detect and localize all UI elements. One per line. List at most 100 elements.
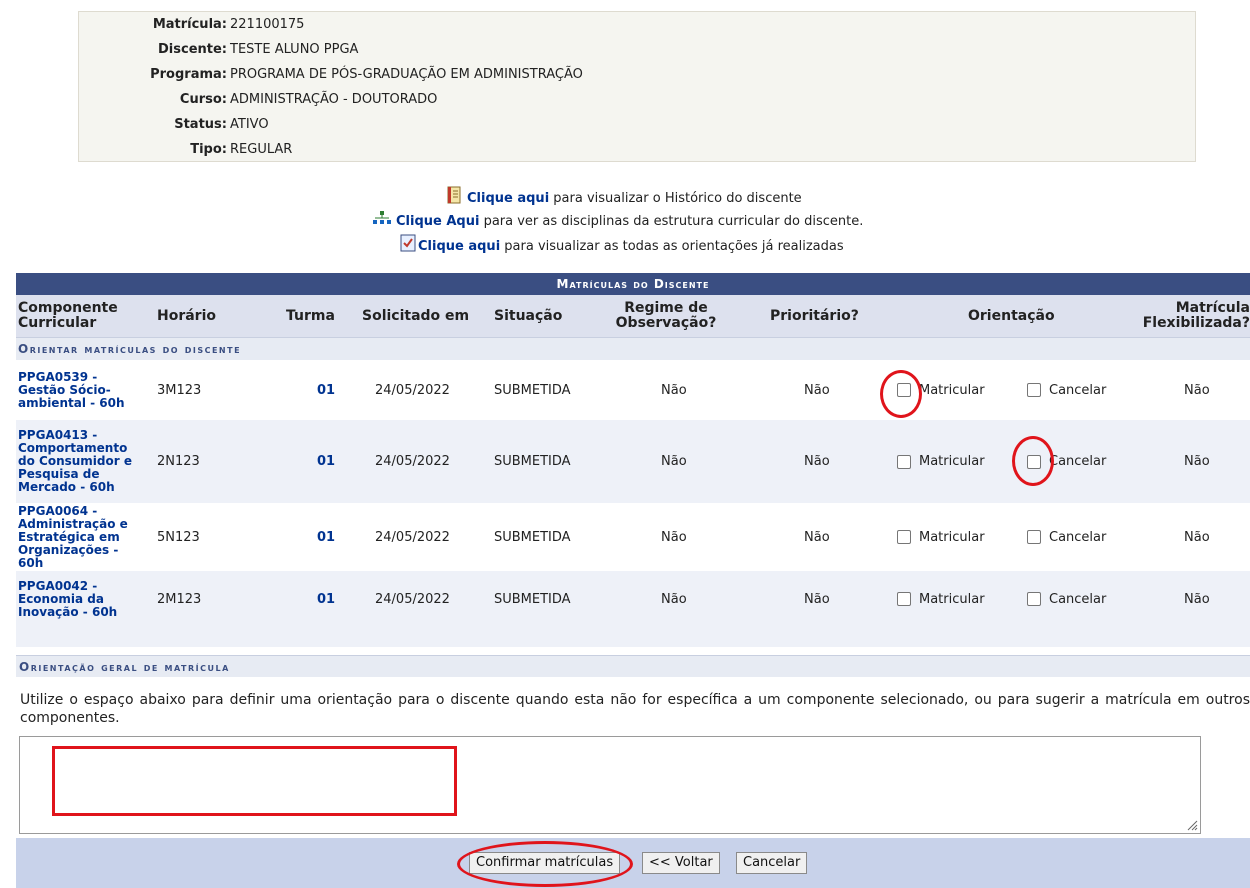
curriculum-tree-icon[interactable] [372,210,392,233]
history-document-icon[interactable] [445,186,463,211]
info-row-curso: Curso: ADMINISTRAÇÃO - DOUTORADO [79,90,437,110]
curso-value: ADMINISTRAÇÃO - DOUTORADO [230,92,438,107]
cancelar-label: Cancelar [1049,591,1107,607]
prioritario-cell: Não [804,382,830,398]
cancel-button[interactable]: Cancelar [736,852,808,874]
regime-cell: Não [661,454,687,469]
table-caption: Matrículas do Discente [16,273,1250,295]
general-orientation-instructions: Utilize o espaço abaixo para definir uma… [20,692,1250,726]
status-label: Status: [174,117,227,132]
info-row-discente: Discente: TESTE ALUNO PPGA [79,40,358,60]
history-link-text: para visualizar o Histórico do discente [553,191,802,206]
situacao-cell: SUBMETIDA [494,591,571,607]
back-button[interactable]: << Voltar [642,852,720,874]
cancelar-checkbox[interactable] [1027,530,1041,544]
cancelar-label: Cancelar [1049,454,1107,469]
turma-link[interactable]: 01 [317,571,335,627]
component-link[interactable]: PPGA0413 - Comportamento do Consumidor e… [18,420,146,503]
form-button-bar: Confirmar matrículas << Voltar Cancelar [16,838,1250,888]
turma-link[interactable]: 01 [317,503,335,571]
discente-label: Discente: [158,42,227,57]
component-link[interactable]: PPGA0539 - Gestão Sócio-ambiental - 60h [18,360,146,420]
turma-link[interactable]: 01 [317,360,335,420]
flexibilizada-cell: Não [1184,382,1210,398]
table-header-row: Componente Curricular Horário Turma Soli… [16,295,1250,337]
situacao-cell: SUBMETIDA [494,382,571,398]
cancelar-option[interactable]: Cancelar [1027,360,1106,420]
matricular-checkbox[interactable] [897,530,911,544]
orientations-link-text: para visualizar as todas as orientações … [504,239,844,254]
header-solicitado: Solicitado em [362,307,470,324]
table-row: PPGA0064 - Administração e Estratégica e… [16,503,1250,571]
matricula-label: Matrícula: [152,17,227,32]
table-footer-spacer [16,627,1250,647]
cancelar-checkbox[interactable] [1027,383,1041,397]
matricular-option[interactable]: Matricular [897,503,985,571]
situacao-cell: SUBMETIDA [494,529,571,545]
programa-value: PROGRAMA DE PÓS-GRADUAÇÃO EM ADMINISTRAÇ… [230,67,583,82]
table-row: PPGA0042 - Economia da Inovação - 60h 2M… [16,571,1250,627]
header-regime: Regime de Observação? [615,300,717,331]
curso-label: Curso: [179,92,227,107]
header-horario: Horário [157,307,217,324]
regime-cell: Não [661,529,687,545]
orientations-checklist-icon[interactable] [399,234,417,259]
horario-cell: 3M123 [157,382,202,398]
enrollments-table: Matrículas do Discente Componente Curric… [16,273,1250,647]
curriculum-link-text: para ver as disciplinas da estrutura cur… [483,214,864,229]
tipo-label: Tipo: [190,142,227,157]
matricular-label: Matricular [919,529,985,545]
matricular-option[interactable]: Matricular [897,420,985,503]
orientations-link-line: Clique aqui para visualizar as todas as … [399,234,844,254]
section-orientar-title: Orientar matrículas do discente [16,337,1250,360]
header-orientacao: Orientação [968,307,1055,324]
prioritario-cell: Não [804,591,830,607]
orientations-link[interactable]: Clique aqui [418,239,500,254]
history-link[interactable]: Clique aqui [467,191,549,206]
flexibilizada-cell: Não [1184,529,1210,545]
regime-cell: Não [661,591,687,607]
matricular-label: Matricular [919,382,985,398]
cancelar-label: Cancelar [1049,529,1107,545]
matricular-checkbox[interactable] [897,454,911,469]
header-prioritario: Prioritário? [770,307,859,324]
annotation-box-textarea [52,746,457,816]
header-flexibilizada: Matrícula Flexibilizada? [1142,300,1250,331]
info-row-status: Status: ATIVO [79,115,268,135]
cancelar-option[interactable]: Cancelar [1027,503,1106,571]
status-value: ATIVO [230,117,269,132]
info-row-programa: Programa: PROGRAMA DE PÓS-GRADUAÇÃO EM A… [79,65,583,85]
tipo-value: REGULAR [230,142,293,157]
prioritario-cell: Não [804,529,830,545]
flexibilizada-cell: Não [1184,454,1210,469]
cancelar-option[interactable]: Cancelar [1027,571,1106,627]
matricular-option[interactable]: Matricular [897,571,985,627]
history-link-line: Clique aqui para visualizar o Histórico … [445,186,802,206]
general-orientation-title: Orientação geral de matrícula [16,655,1250,677]
curriculum-link[interactable]: Clique Aqui [396,214,479,229]
matricular-label: Matricular [919,454,985,469]
info-row-tipo: Tipo: REGULAR [79,140,292,160]
table-row: PPGA0539 - Gestão Sócio-ambiental - 60h … [16,360,1250,420]
header-situacao: Situação [494,307,563,324]
situacao-cell: SUBMETIDA [494,454,571,469]
horario-cell: 2N123 [157,454,200,469]
cancelar-checkbox[interactable] [1027,592,1041,606]
programa-label: Programa: [150,67,227,82]
component-link[interactable]: PPGA0064 - Administração e Estratégica e… [18,503,146,571]
header-turma: Turma [286,307,335,324]
resize-grip-icon[interactable] [1186,819,1198,831]
annotation-circle-cancelar [1012,436,1054,486]
turma-link[interactable]: 01 [317,420,335,503]
curriculum-link-line: Clique Aqui para ver as disciplinas da e… [372,210,863,230]
component-link[interactable]: PPGA0042 - Economia da Inovação - 60h [18,571,146,627]
solicitado-cell: 24/05/2022 [375,454,450,469]
horario-cell: 5N123 [157,529,200,545]
flexibilizada-cell: Não [1184,591,1210,607]
annotation-ellipse-confirm [457,841,633,887]
info-row-matricula: Matrícula: 221100175 [79,15,305,35]
matricular-checkbox[interactable] [897,592,911,606]
matricular-label: Matricular [919,591,985,607]
table-row: PPGA0413 - Comportamento do Consumidor e… [16,420,1250,503]
cancelar-label: Cancelar [1049,382,1107,398]
